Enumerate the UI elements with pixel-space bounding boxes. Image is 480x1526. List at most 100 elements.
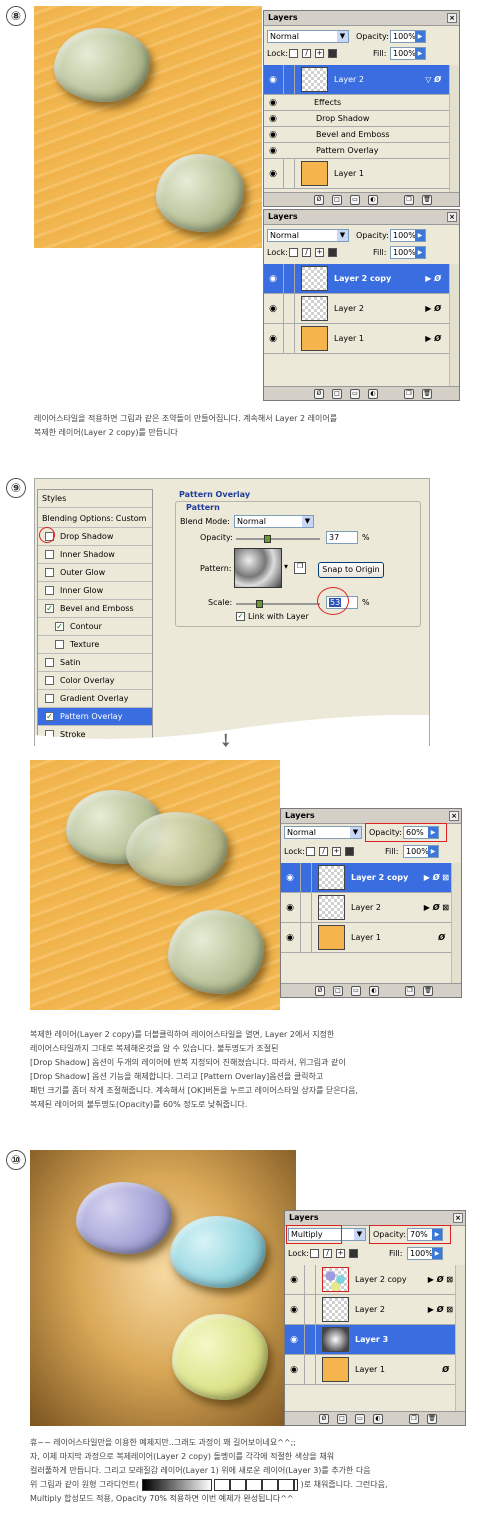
eye-icon[interactable]: ◉ [267, 113, 279, 125]
fx-icon[interactable]: ▶ Ø [425, 274, 441, 283]
layer-row-layer1[interactable]: ◉ Layer 1 ▶ Ø [264, 324, 449, 354]
fill-field[interactable]: 100% ▶ [407, 1247, 443, 1260]
blending-options[interactable]: Blending Options: Custom [38, 510, 152, 528]
fx-icon[interactable]: ▶ Ø ⊠ [424, 903, 449, 912]
layer-row-layer2[interactable]: ◉ Layer 2 ▶ Ø ⊠ [285, 1295, 455, 1325]
layer-row-layer3[interactable]: ◉ Layer 3 [285, 1325, 455, 1355]
lock-paint-icon[interactable]: / [302, 49, 311, 58]
lock-transparency-icon[interactable] [289, 248, 298, 257]
slider-thumb[interactable] [264, 535, 271, 543]
trash-icon[interactable]: 🗑 [422, 389, 432, 399]
fx-icon[interactable]: ▽ Ø [425, 75, 441, 84]
fx-icon[interactable]: Ø [438, 933, 445, 942]
trash-icon[interactable]: 🗑 [423, 986, 433, 996]
close-icon[interactable]: × [449, 811, 459, 821]
lock-move-icon[interactable]: + [332, 847, 341, 856]
blend-mode-select[interactable]: Normal ▼ [267, 229, 349, 242]
pattern-swatch[interactable] [234, 548, 282, 588]
layer-row-layer2-copy[interactable]: ◉ Layer 2 copy ▶ Ø [264, 264, 449, 294]
blend-mode-select[interactable]: Normal ▼ [234, 515, 314, 528]
add-mask-icon[interactable]: □ [333, 986, 343, 996]
new-layer-icon[interactable]: ❐ [404, 195, 414, 205]
new-layer-icon[interactable]: ❐ [405, 986, 415, 996]
layer-row-layer2[interactable]: ◉ Layer 2 ▽ Ø [264, 65, 449, 95]
new-layer-icon[interactable]: ❐ [404, 389, 414, 399]
style-gradient-overlay[interactable]: Gradient Overlay [38, 690, 152, 708]
checkbox[interactable] [45, 586, 54, 595]
snap-to-origin-button[interactable]: Snap to Origin [318, 562, 384, 578]
adjustment-layer-icon[interactable]: ◐ [373, 1414, 383, 1424]
fill-field[interactable]: 100% ▶ [390, 246, 426, 259]
eye-icon[interactable]: ◉ [267, 129, 279, 141]
eye-icon[interactable]: ◉ [288, 1304, 300, 1316]
scrollbar[interactable] [455, 1265, 465, 1411]
fx-icon[interactable]: ▶ Ø [425, 334, 441, 343]
link-layers-icon[interactable]: Ø [314, 195, 324, 205]
layer-row-layer2-copy[interactable]: ◉ Layer 2 copy ▶ Ø ⊠ [285, 1265, 455, 1295]
fx-icon[interactable]: ▶ Ø ⊠ [428, 1275, 453, 1284]
eye-icon[interactable]: ◉ [267, 273, 279, 285]
lock-all-icon[interactable] [349, 1249, 358, 1258]
scrollbar[interactable] [451, 863, 461, 983]
blend-mode-select[interactable]: Normal ▼ [267, 30, 349, 43]
style-drop-shadow[interactable]: Drop Shadow [38, 528, 152, 546]
checkbox[interactable]: ✓ [45, 604, 54, 613]
layer-row-layer1[interactable]: ◉ Layer 1 Ø [285, 1355, 455, 1385]
lock-all-icon[interactable] [328, 248, 337, 257]
style-contour[interactable]: ✓ Contour [38, 618, 152, 636]
layer-row-layer2-copy[interactable]: ◉ Layer 2 copy ▶ Ø ⊠ [281, 863, 451, 893]
link-layers-icon[interactable]: Ø [314, 389, 324, 399]
gradient-type-icons[interactable] [214, 1478, 299, 1491]
lock-transparency-icon[interactable] [310, 1249, 319, 1258]
checkbox[interactable]: ✓ [55, 622, 64, 631]
scrollbar[interactable] [449, 65, 459, 192]
opacity-slider[interactable] [236, 535, 320, 543]
link-layers-icon[interactable]: Ø [319, 1414, 329, 1424]
lock-all-icon[interactable] [328, 49, 337, 58]
layer-row-layer1[interactable]: ◉ Layer 1 Ø [281, 923, 451, 953]
fx-icon[interactable]: ▶ Ø ⊠ [424, 873, 449, 882]
opacity-field[interactable]: 37 [326, 531, 358, 544]
eye-icon[interactable]: ◉ [267, 74, 279, 86]
adjustment-layer-icon[interactable]: ◐ [368, 195, 378, 205]
lock-paint-icon[interactable]: / [302, 248, 311, 257]
scrollbar[interactable] [449, 264, 459, 386]
style-texture[interactable]: Texture [38, 636, 152, 654]
link-layers-icon[interactable]: Ø [315, 986, 325, 996]
close-icon[interactable]: × [447, 13, 457, 23]
fx-icon[interactable]: Ø [442, 1365, 449, 1374]
eye-icon[interactable]: ◉ [288, 1334, 300, 1346]
layer-row-layer2[interactable]: ◉ Layer 2 ▶ Ø [264, 294, 449, 324]
add-mask-icon[interactable]: □ [332, 195, 342, 205]
checkbox[interactable] [45, 676, 54, 685]
new-preset-icon[interactable]: ❐ [294, 562, 306, 574]
new-group-icon[interactable]: ▭ [350, 195, 360, 205]
styles-header[interactable]: Styles [38, 490, 152, 508]
lock-all-icon[interactable] [345, 847, 354, 856]
eye-icon[interactable]: ◉ [288, 1274, 300, 1286]
fx-icon[interactable]: ▶ Ø [425, 304, 441, 313]
style-bevel-emboss[interactable]: ✓ Bevel and Emboss [38, 600, 152, 618]
new-group-icon[interactable]: ▭ [350, 389, 360, 399]
layer-row-layer1[interactable]: ◉ Layer 1 [264, 159, 449, 189]
eye-icon[interactable]: ◉ [267, 333, 279, 345]
checkbox[interactable] [45, 694, 54, 703]
scale-slider[interactable] [236, 600, 320, 608]
eye-icon[interactable]: ◉ [284, 872, 296, 884]
eye-icon[interactable]: ◉ [284, 932, 296, 944]
eye-icon[interactable]: ◉ [267, 303, 279, 315]
add-mask-icon[interactable]: □ [337, 1414, 347, 1424]
new-group-icon[interactable]: ▭ [355, 1414, 365, 1424]
eye-icon[interactable]: ◉ [284, 902, 296, 914]
fill-field[interactable]: 100% ▶ [390, 47, 426, 60]
checkbox[interactable] [45, 568, 54, 577]
new-layer-icon[interactable]: ❐ [409, 1414, 419, 1424]
lock-transparency-icon[interactable] [306, 847, 315, 856]
new-group-icon[interactable]: ▭ [351, 986, 361, 996]
link-with-layer-checkbox[interactable]: ✓ [236, 612, 245, 621]
lock-move-icon[interactable]: + [315, 49, 324, 58]
style-outer-glow[interactable]: Outer Glow [38, 564, 152, 582]
eye-icon[interactable]: ◉ [267, 145, 279, 157]
gradient-picker[interactable] [141, 1478, 212, 1491]
add-mask-icon[interactable]: □ [332, 389, 342, 399]
